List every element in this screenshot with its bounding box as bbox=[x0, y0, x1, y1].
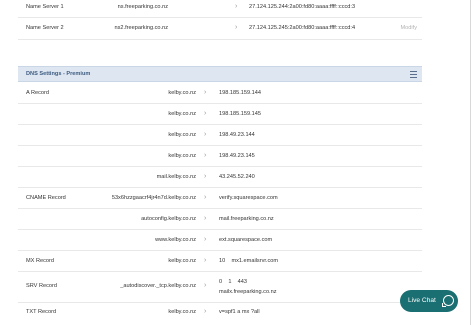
record-host: kelby.co.nz bbox=[168, 258, 196, 264]
chevron-right-icon: › bbox=[204, 236, 207, 243]
record-host: kelby.co.nz bbox=[168, 111, 196, 117]
record-type-label: A Record bbox=[26, 90, 50, 96]
record-value: v=spf1 a mx ?all bbox=[219, 309, 260, 315]
dns-record-row[interactable]: CNAME Record 53x6hzzgaacrf4jr4n7d.kelby.… bbox=[18, 188, 422, 209]
record-value: 198.185.159.145 bbox=[219, 111, 261, 117]
chevron-right-icon: › bbox=[204, 282, 207, 289]
chevron-right-icon: › bbox=[235, 3, 238, 10]
chat-bubble-icon bbox=[442, 295, 454, 307]
record-value: 0 1 443 bbox=[219, 279, 247, 285]
name-server-host: ns2.freeparking.co.nz bbox=[114, 25, 168, 31]
page-edge-divider bbox=[470, 0, 471, 325]
dns-record-row[interactable]: www.kelby.co.nz › ext.squarespace.com bbox=[18, 230, 422, 251]
dns-record-row[interactable]: kelby.co.nz › 198.185.159.145 bbox=[18, 104, 422, 125]
record-type-label: MX Record bbox=[26, 258, 54, 264]
record-value: 198.49.23.145 bbox=[219, 153, 255, 159]
record-value: 198.49.23.144 bbox=[219, 132, 255, 138]
chevron-right-icon: › bbox=[204, 215, 207, 222]
name-server-value: 27.124.125.245:2a00:fd80:aaaa:ffff::cccd… bbox=[249, 25, 356, 31]
dns-record-row[interactable]: SRV Record _autodiscover._tcp.kelby.co.n… bbox=[18, 272, 422, 303]
dns-record-row[interactable]: kelby.co.nz › 198.49.23.144 bbox=[18, 125, 422, 146]
record-value: mail.freeparking.co.nz bbox=[219, 216, 274, 222]
record-host: kelby.co.nz bbox=[168, 309, 196, 315]
chevron-right-icon: › bbox=[204, 308, 207, 315]
record-host: kelby.co.nz bbox=[168, 153, 196, 159]
dns-settings-header: DNS Settings - Premium bbox=[18, 66, 422, 82]
name-server-row-1[interactable]: Name Server 1 ns.freeparking.co.nz › 27.… bbox=[18, 0, 422, 18]
record-host: _autodiscover._tcp.kelby.co.nz bbox=[120, 283, 196, 289]
record-value: verify.squarespace.com bbox=[219, 195, 278, 201]
record-host: kelby.co.nz bbox=[168, 132, 196, 138]
dns-settings-title: DNS Settings - Premium bbox=[26, 71, 91, 77]
chevron-right-icon: › bbox=[204, 257, 207, 264]
chevron-right-icon: › bbox=[204, 194, 207, 201]
dns-record-row[interactable]: MX Record kelby.co.nz › 10 mx1.emailsrvr… bbox=[18, 251, 422, 272]
record-value-secondary: mailx.freeparking.co.nz bbox=[219, 289, 277, 295]
dns-record-row[interactable]: autoconfig.kelby.co.nz › mail.freeparkin… bbox=[18, 209, 422, 230]
chevron-right-icon: › bbox=[204, 89, 207, 96]
dns-record-row[interactable]: kelby.co.nz › 198.49.23.145 bbox=[18, 146, 422, 167]
record-type-label: TXT Record bbox=[26, 309, 57, 315]
name-server-row-2[interactable]: Name Server 2 ns2.freeparking.co.nz › 27… bbox=[18, 18, 422, 40]
dns-record-row[interactable]: TXT Record kelby.co.nz › v=spf1 a mx ?al… bbox=[18, 303, 422, 324]
record-type-label: SRV Record bbox=[26, 283, 57, 289]
record-host: mail.kelby.co.nz bbox=[156, 174, 196, 180]
hamburger-menu-icon[interactable] bbox=[410, 71, 417, 78]
chevron-right-icon: › bbox=[204, 152, 207, 159]
record-value: 10 mx1.emailsrvr.com bbox=[219, 258, 279, 264]
record-host: kelby.co.nz bbox=[168, 90, 196, 96]
record-host: www.kelby.co.nz bbox=[155, 237, 196, 243]
dns-record-row[interactable]: mail.kelby.co.nz › 43.245.52.240 bbox=[18, 167, 422, 188]
record-host: 53x6hzzgaacrf4jr4n7d.kelby.co.nz bbox=[111, 195, 196, 201]
chevron-right-icon: › bbox=[204, 131, 207, 138]
chevron-right-icon: › bbox=[204, 173, 207, 180]
record-host: autoconfig.kelby.co.nz bbox=[141, 216, 196, 222]
name-server-host: ns.freeparking.co.nz bbox=[117, 4, 168, 10]
name-server-label: Name Server 2 bbox=[26, 25, 64, 31]
live-chat-button[interactable]: Live Chat bbox=[400, 290, 458, 312]
record-value: 198.185.159.144 bbox=[219, 90, 261, 96]
dns-record-row[interactable]: A Record kelby.co.nz › 198.185.159.144 bbox=[18, 83, 422, 104]
chevron-right-icon: › bbox=[235, 24, 238, 31]
record-type-label: CNAME Record bbox=[26, 195, 66, 201]
record-value: ext.squarespace.com bbox=[219, 237, 273, 243]
name-server-label: Name Server 1 bbox=[26, 4, 64, 10]
name-server-value: 27.124.125.244:2a00:fd80:aaaa:ffff::cccd… bbox=[249, 4, 356, 10]
record-value: 43.245.52.240 bbox=[219, 174, 255, 180]
chevron-right-icon: › bbox=[204, 110, 207, 117]
live-chat-label: Live Chat bbox=[408, 297, 436, 304]
modify-button[interactable]: Modify bbox=[401, 25, 417, 31]
